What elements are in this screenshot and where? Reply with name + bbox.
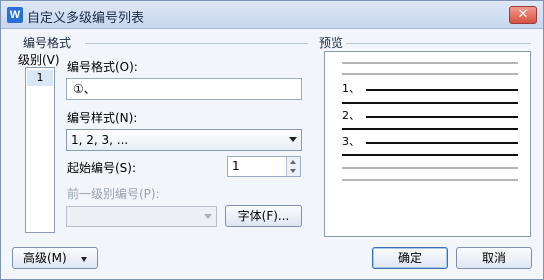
- number-style-select[interactable]: 1, 2, 3, ...: [66, 129, 302, 151]
- preview-line: [342, 167, 518, 169]
- previous-level-select: [66, 206, 217, 227]
- preview-line: [366, 142, 518, 144]
- start-number-label: 起始编号(S):: [67, 161, 137, 175]
- stepper-buttons[interactable]: [286, 157, 300, 176]
- start-number-value: 1: [232, 159, 240, 173]
- dialog-title: 自定义多级编号列表: [27, 11, 145, 26]
- stepper-down-icon[interactable]: [290, 169, 296, 173]
- preview-group-title: 预览: [317, 34, 346, 51]
- chevron-down-icon: [289, 137, 297, 142]
- level-item[interactable]: 1: [27, 70, 53, 86]
- close-button[interactable]: ✕: [509, 6, 537, 24]
- preview-line: [342, 62, 518, 64]
- preview-line: [366, 116, 518, 118]
- start-number-stepper[interactable]: 1: [227, 156, 301, 177]
- preview-number: 2、: [342, 109, 360, 122]
- font-button[interactable]: 字体(F)...: [225, 205, 302, 227]
- number-style-label: 编号样式(N):: [67, 111, 138, 125]
- advanced-button[interactable]: 高级(M): [12, 247, 98, 269]
- number-format-label: 编号格式(O):: [67, 60, 138, 74]
- number-format-input[interactable]: ①、: [66, 78, 302, 100]
- cancel-button[interactable]: 取消: [456, 247, 532, 269]
- preview-line: [342, 73, 518, 75]
- chevron-down-icon: [204, 214, 212, 219]
- preview-line: [366, 89, 518, 91]
- dialog-window: W 自定义多级编号列表 ✕ 编号格式 级别(V) 1 编号格式(O): ①、 编…: [0, 0, 544, 280]
- stepper-up-icon[interactable]: [290, 160, 296, 164]
- level-label: 级别(V): [18, 53, 60, 67]
- preview-group-divider: [346, 43, 531, 44]
- advanced-label: 高级(M): [23, 251, 67, 265]
- preview-line: [342, 128, 518, 130]
- preview-number: 3、: [342, 135, 360, 148]
- chevron-down-icon: [81, 257, 87, 262]
- numbering-group-divider: [85, 43, 308, 44]
- preview-line: [342, 179, 518, 181]
- number-style-value: 1, 2, 3, ...: [71, 133, 129, 147]
- ok-button[interactable]: 确定: [372, 247, 448, 269]
- previous-level-label: 前一级别编号(P):: [67, 187, 160, 201]
- preview-line: [342, 154, 518, 156]
- preview-number: 1、: [342, 82, 360, 95]
- level-list[interactable]: 1: [25, 67, 55, 233]
- title-bar[interactable]: W 自定义多级编号列表 ✕: [1, 1, 543, 29]
- numbering-group-title: 编号格式: [21, 34, 74, 51]
- preview-line: [342, 102, 518, 104]
- numbering-preview: 1、 2、 3、: [324, 51, 531, 237]
- wps-writer-icon: W: [7, 7, 23, 23]
